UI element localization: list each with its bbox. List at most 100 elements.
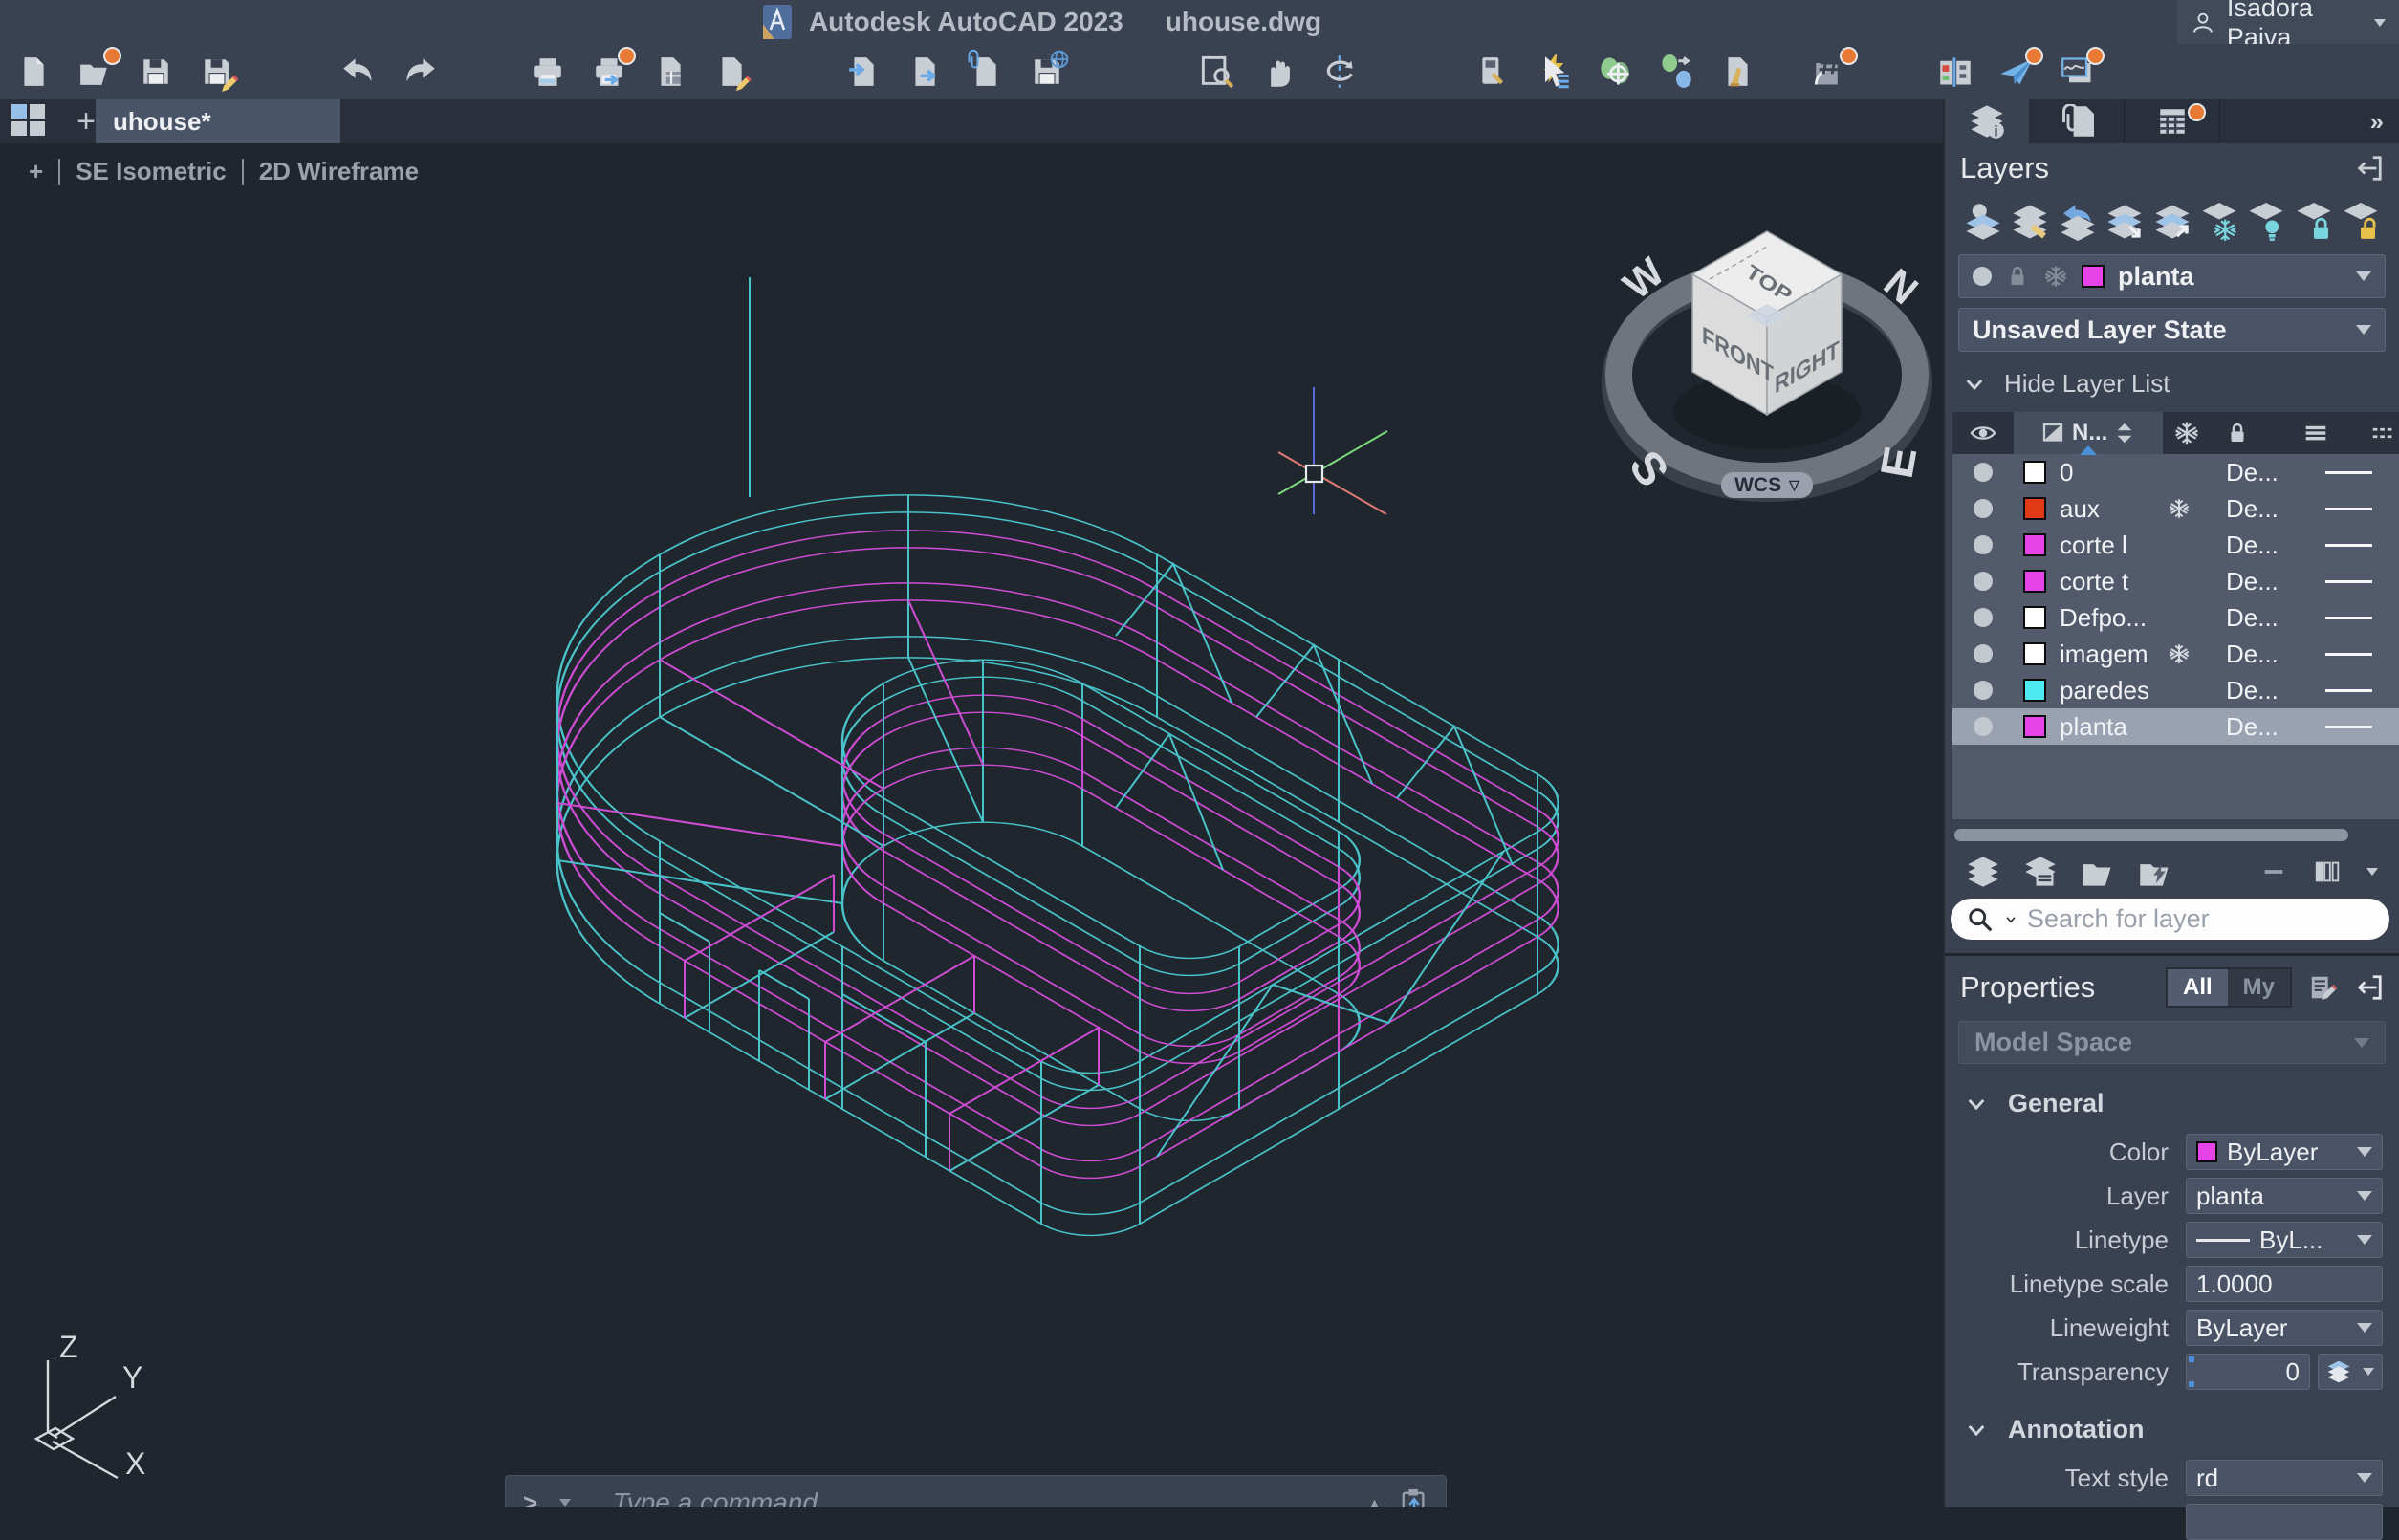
section-annotation[interactable]: Annotation [1945,1390,2399,1444]
layer-lineweight-sample[interactable] [2312,726,2399,728]
command-history-caret-icon[interactable] [559,1499,571,1507]
new-layer-button[interactable] [1966,855,2000,889]
layer-freeze-button[interactable] [2200,203,2238,241]
partial-control[interactable] [2186,1504,2383,1540]
tab-overview-icon[interactable] [11,104,55,139]
layer-dropdown[interactable]: planta [2186,1178,2383,1214]
geographic-location-button[interactable] [1597,54,1633,90]
columns-button[interactable] [2311,857,2344,886]
column-name-sort[interactable]: N... [2014,412,2163,454]
current-layer-dropdown[interactable]: planta [1958,254,2386,298]
zoom-window-button[interactable] [1199,54,1235,90]
auto-hide-icon[interactable] [2355,154,2384,183]
layer-settings-button[interactable] [2023,855,2058,889]
layer-linetype[interactable]: De... [2201,603,2312,633]
drawing-tab-active[interactable]: uhouse* [96,99,340,143]
layer-row[interactable]: planta De... [1952,708,2399,745]
layer-linetype[interactable]: De... [2201,640,2312,669]
pan-button[interactable] [1260,54,1297,90]
layer-off-button[interactable] [2247,203,2285,241]
column-lock[interactable] [2212,421,2263,445]
layer-group-button[interactable] [2081,855,2115,889]
layer-lock-button[interactable] [2295,203,2333,241]
filter-my-button[interactable]: My [2228,969,2290,1006]
auto-hide-icon[interactable] [2355,973,2384,1002]
purge-button[interactable] [1719,54,1756,90]
drawing-compare-button[interactable] [1937,54,1974,90]
layer-lineweight-sample[interactable] [2312,544,2399,547]
layer-on-icon[interactable] [1974,535,1993,554]
color-dropdown[interactable]: ByLayer [2186,1134,2383,1170]
viewport-menu-button[interactable]: + [29,157,43,186]
plot-preview-button[interactable] [713,54,750,90]
page-setup-button[interactable] [652,54,688,90]
redo-button[interactable] [402,54,438,90]
layer-isolate-button[interactable] [2105,203,2144,241]
layer-row[interactable]: paredes De... [1952,672,2399,708]
transparency-input[interactable]: 0 [2186,1354,2310,1390]
tab-external-references[interactable] [2029,99,2125,143]
linetype-scale-input[interactable]: 1.0000 [2186,1266,2383,1302]
share-button[interactable] [1998,54,2035,90]
quick-select-button[interactable] [1536,54,1572,90]
viewcube[interactable]: W N S E TOP FRONT RIGHT [1614,231,1927,496]
layer-on-icon[interactable] [1974,572,1993,591]
layer-lineweight-sample[interactable] [2312,617,2399,619]
layer-on-icon[interactable] [1974,499,1993,518]
collapse-button[interactable] [2259,857,2288,886]
plot-style-button[interactable] [1474,54,1511,90]
layer-row[interactable]: 0 De... [1952,454,2399,490]
save-to-web-button[interactable] [1029,54,1065,90]
filter-all-button[interactable]: All [2168,969,2228,1006]
layer-row[interactable]: imagem De... [1952,636,2399,672]
open-file-button[interactable] [76,54,113,90]
lineweight-dropdown[interactable]: ByLayer [2186,1310,2383,1346]
recent-commands-icon[interactable] [1400,1486,1428,1507]
attach-button[interactable] [968,54,1004,90]
layer-row[interactable]: Defpo... De... [1952,599,2399,636]
layer-filter-button[interactable] [2138,855,2172,889]
layer-on-icon[interactable] [1974,644,1993,663]
selection-dropdown[interactable]: Model Space [1958,1021,2386,1064]
palette-overflow-button[interactable]: » [2355,99,2399,143]
column-freeze[interactable] [2163,420,2213,446]
layer-linetype[interactable]: De... [2201,712,2312,742]
layer-lineweight-sample[interactable] [2312,508,2399,510]
import-button[interactable] [845,54,882,90]
layer-on-icon[interactable] [1974,681,1993,700]
layer-lineweight-sample[interactable] [2312,471,2399,474]
performance-monitor-button[interactable] [2060,54,2096,90]
undo-button[interactable] [340,54,377,90]
layer-lineweight-sample[interactable] [2312,689,2399,692]
layer-linetype[interactable]: De... [2201,676,2312,705]
layer-color-swatch[interactable] [2023,533,2046,556]
columns-caret-icon[interactable] [2366,868,2378,876]
print-button[interactable] [530,54,566,90]
save-as-button[interactable] [199,54,235,90]
layer-properties-button[interactable] [1964,203,2002,241]
tab-sheet-set-manager[interactable] [2125,99,2220,143]
layer-color-swatch[interactable] [2023,715,2046,738]
layer-linetype[interactable]: De... [2201,494,2312,524]
new-file-button[interactable] [15,54,52,90]
layer-row[interactable]: aux De... [1952,490,2399,527]
tab-layers[interactable]: i [1945,99,2029,143]
frozen-vp-icon[interactable] [2157,497,2201,520]
expand-history-icon[interactable]: ▴ [1370,1493,1379,1508]
layer-state-dropdown[interactable]: Unsaved Layer State [1958,308,2386,352]
visual-style-control[interactable]: 2D Wireframe [259,157,419,186]
plot-button[interactable] [591,54,627,90]
layer-on-icon[interactable] [1974,463,1993,482]
layer-unlock-button[interactable] [2342,203,2380,241]
column-linetype[interactable] [2263,419,2368,447]
text-style-dropdown[interactable]: rd [2186,1460,2383,1496]
layer-color-swatch[interactable] [2023,461,2046,484]
save-button[interactable] [138,54,174,90]
column-lineweight[interactable] [2368,419,2399,447]
layer-match-button[interactable] [2011,203,2049,241]
layer-unisolate-button[interactable] [2153,203,2192,241]
frozen-vp-icon[interactable] [2157,642,2201,665]
user-account-menu[interactable]: Isadora Paiva [2177,0,2399,48]
layer-linetype[interactable]: De... [2201,531,2312,560]
layer-row[interactable]: corte l De... [1952,527,2399,563]
